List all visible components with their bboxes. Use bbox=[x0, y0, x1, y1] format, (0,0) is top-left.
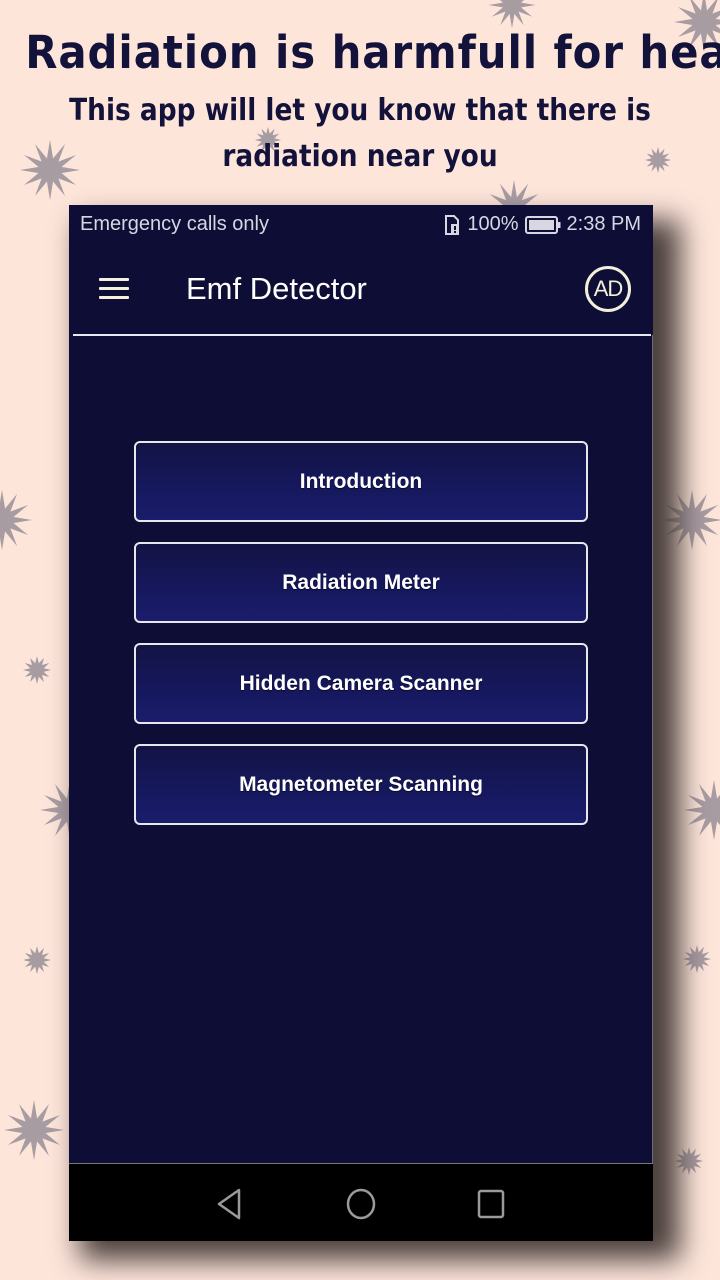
clock: 2:38 PM bbox=[566, 213, 641, 235]
introduction-button[interactable]: Introduction bbox=[134, 441, 588, 522]
system-nav-bar bbox=[69, 1163, 653, 1241]
recents-square-icon[interactable] bbox=[471, 1184, 511, 1224]
decor-star-icon bbox=[485, 179, 543, 208]
battery-full-icon bbox=[524, 215, 561, 234]
decor-star-icon bbox=[4, 1100, 64, 1160]
carrier-text: Emergency calls only bbox=[80, 213, 269, 235]
decor-star-icon bbox=[22, 655, 52, 685]
radiation-meter-button[interactable]: Radiation Meter bbox=[134, 542, 588, 623]
hamburger-menu-icon[interactable] bbox=[97, 275, 133, 305]
app-title: Emf Detector bbox=[186, 271, 367, 306]
sim-alert-icon bbox=[445, 214, 460, 235]
decor-star-icon bbox=[0, 490, 32, 550]
status-bar: Emergency calls only 100% 2:38 PM bbox=[69, 205, 653, 245]
promo-subline-1: This app will let you know that there is bbox=[69, 93, 651, 128]
promo-subheadline: This app will let you know that there is… bbox=[43, 88, 677, 180]
phone-screen: Emergency calls only 100% 2:38 PM Emf De… bbox=[69, 205, 653, 1241]
decor-star-icon bbox=[682, 944, 712, 974]
promo-headline: Radiation is harmfull for health bbox=[25, 26, 720, 79]
decor-star-icon bbox=[22, 945, 52, 975]
app-bar: Emf Detector AD bbox=[69, 245, 653, 335]
app-bar-divider bbox=[73, 334, 651, 336]
screen-edge bbox=[652, 335, 653, 1165]
magnetometer-scanning-button[interactable]: Magnetometer Scanning bbox=[134, 744, 588, 825]
back-triangle-icon[interactable] bbox=[211, 1184, 251, 1224]
decor-star-icon bbox=[684, 780, 720, 840]
hidden-camera-scanner-button[interactable]: Hidden Camera Scanner bbox=[134, 643, 588, 724]
remove-ads-button[interactable]: AD bbox=[585, 266, 631, 312]
promo-subline-2: radiation near you bbox=[222, 139, 498, 174]
status-indicators: 100% 2:38 PM bbox=[443, 213, 641, 236]
home-circle-icon[interactable] bbox=[341, 1184, 381, 1224]
battery-percent: 100% bbox=[467, 213, 519, 235]
main-menu: Introduction Radiation Meter Hidden Came… bbox=[134, 441, 588, 845]
